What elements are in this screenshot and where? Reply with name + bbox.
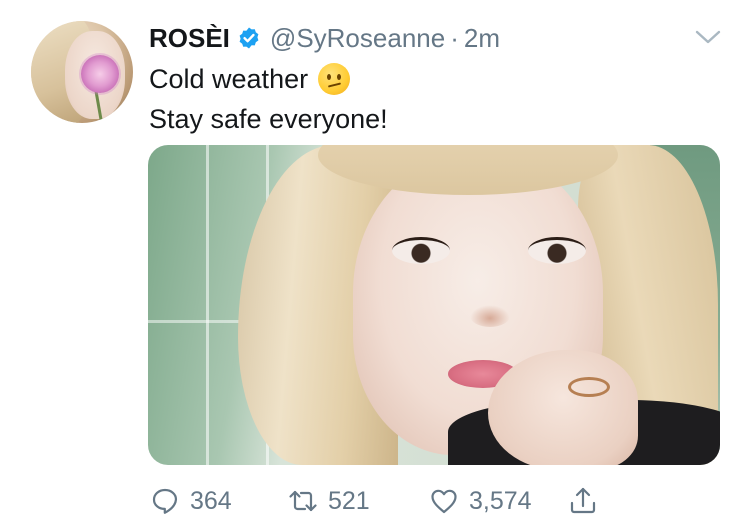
retweet-count: 521 bbox=[328, 486, 370, 515]
chevron-down-icon[interactable] bbox=[694, 28, 722, 46]
tweet-line-2: Stay safe everyone! bbox=[149, 104, 388, 134]
like-count: 3,574 bbox=[469, 486, 532, 515]
photo-hand bbox=[488, 350, 638, 465]
photo-ring bbox=[568, 377, 610, 397]
photo-eye-right bbox=[528, 237, 586, 264]
tweet-text-line-1: Cold weather bbox=[149, 59, 388, 99]
reply-button[interactable]: 364 bbox=[150, 481, 232, 521]
reply-count: 364 bbox=[190, 486, 232, 515]
user-handle[interactable]: @SyRoseanne bbox=[270, 23, 445, 54]
separator-dot: · bbox=[450, 22, 459, 53]
tweet-line-1: Cold weather bbox=[149, 64, 309, 94]
share-icon bbox=[570, 487, 596, 514]
like-icon bbox=[431, 489, 457, 514]
reply-icon bbox=[152, 488, 178, 514]
tweet-header: ROSÈI @SyRoseanne · 2m bbox=[149, 20, 500, 56]
share-button[interactable] bbox=[568, 481, 598, 521]
avatar[interactable] bbox=[31, 21, 133, 123]
retweet-icon bbox=[289, 490, 317, 512]
photo-eye-left bbox=[392, 237, 450, 264]
confused-face-emoji-icon bbox=[318, 63, 351, 95]
tweet-text: Cold weather Stay safe everyone! bbox=[149, 59, 388, 139]
tweet-photo[interactable] bbox=[148, 145, 720, 465]
tweet-text-line-2: Stay safe everyone! bbox=[149, 99, 388, 139]
like-button[interactable]: 3,574 bbox=[429, 481, 532, 521]
verified-badge-icon bbox=[239, 27, 259, 49]
timestamp[interactable]: 2m bbox=[464, 23, 500, 54]
tweet-card[interactable]: ROSÈI @SyRoseanne · 2m Cold weather Stay… bbox=[0, 0, 750, 529]
display-name[interactable]: ROSÈI bbox=[149, 23, 230, 54]
retweet-button[interactable]: 521 bbox=[288, 481, 370, 521]
avatar-flower bbox=[81, 55, 119, 93]
photo-nose bbox=[470, 305, 510, 327]
